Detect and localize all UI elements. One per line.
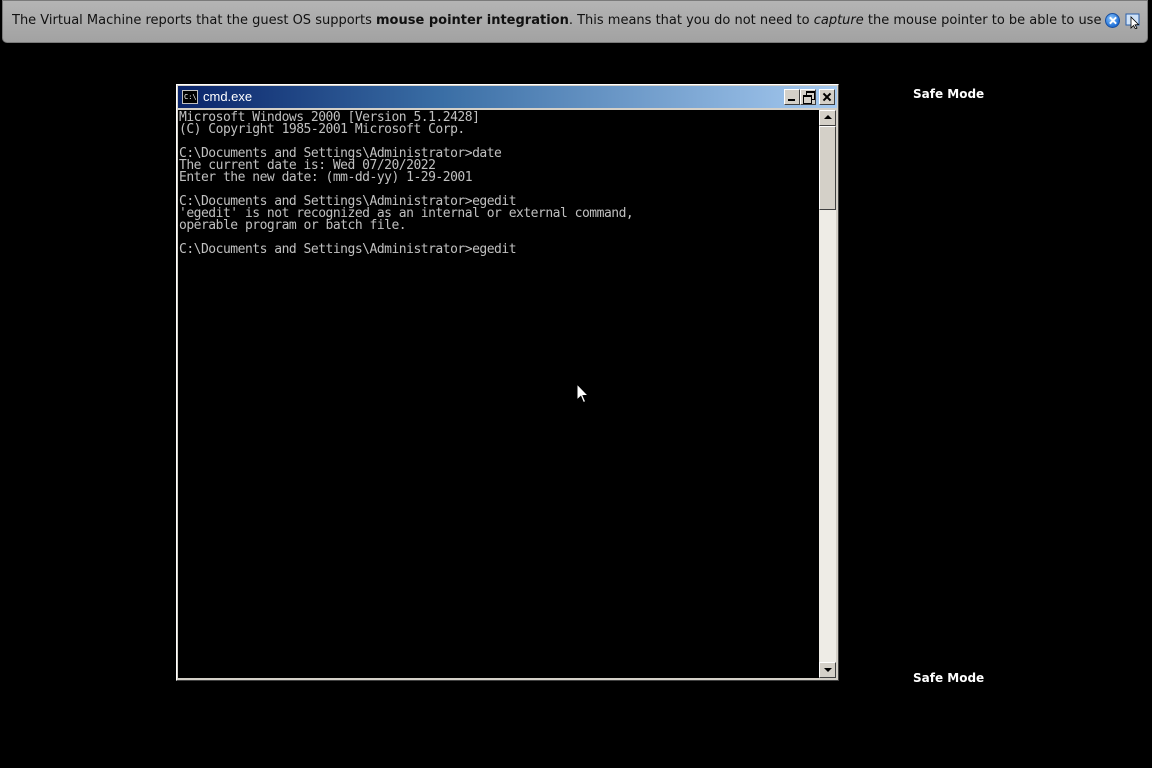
scroll-up-arrow-icon[interactable]	[819, 110, 836, 126]
safe-mode-label-top: Safe Mode	[913, 87, 985, 101]
console-line: (C) Copyright 1985-2001 Microsoft Corp.	[179, 122, 465, 137]
restore-button[interactable]	[800, 89, 816, 105]
console-window[interactable]: C:\ cmd.exe Microsoft Windows 2000 [Vers…	[176, 84, 839, 681]
console-line: operable program or batch file.	[179, 218, 407, 233]
title-bar[interactable]: C:\ cmd.exe	[178, 86, 837, 108]
scroll-thumb[interactable]	[819, 126, 836, 210]
console-line: C:\Documents and Settings\Administrator>…	[179, 242, 517, 257]
notification-bold-text: mouse pointer integration	[376, 13, 569, 28]
mouse-integration-icon[interactable]	[1125, 13, 1142, 30]
notification-message: The Virtual Machine reports that the gue…	[12, 13, 1102, 28]
notification-text-middle: . This means that you do not need to	[568, 13, 814, 28]
console-output-area[interactable]: Microsoft Windows 2000 [Version 5.1.2428…	[178, 110, 819, 678]
close-icon[interactable]	[1105, 13, 1120, 28]
notification-italic-text: capture	[813, 13, 864, 28]
vm-screen: The Virtual Machine reports that the gue…	[0, 0, 1152, 768]
notification-text-after: the mouse pointer to be able to use it i…	[867, 13, 1102, 28]
vertical-scrollbar[interactable]	[819, 110, 836, 678]
console-line: Enter the new date: (mm-dd-yy) 1-29-2001	[179, 170, 473, 185]
restore-icon-back	[803, 95, 812, 104]
notification-text-before: The Virtual Machine reports that the gue…	[12, 13, 377, 28]
notification-bar: The Virtual Machine reports that the gue…	[2, 0, 1148, 43]
window-title: cmd.exe	[203, 89, 253, 104]
scroll-down-arrow-icon[interactable]	[819, 662, 836, 678]
console-text: Microsoft Windows 2000 [Version 5.1.2428…	[178, 110, 819, 256]
safe-mode-label-bottom: Safe Mode	[913, 671, 985, 685]
close-button[interactable]	[819, 89, 835, 105]
minimize-button[interactable]	[784, 89, 800, 105]
console-icon[interactable]: C:\	[182, 90, 198, 104]
mouse-cursor-icon	[576, 382, 590, 405]
